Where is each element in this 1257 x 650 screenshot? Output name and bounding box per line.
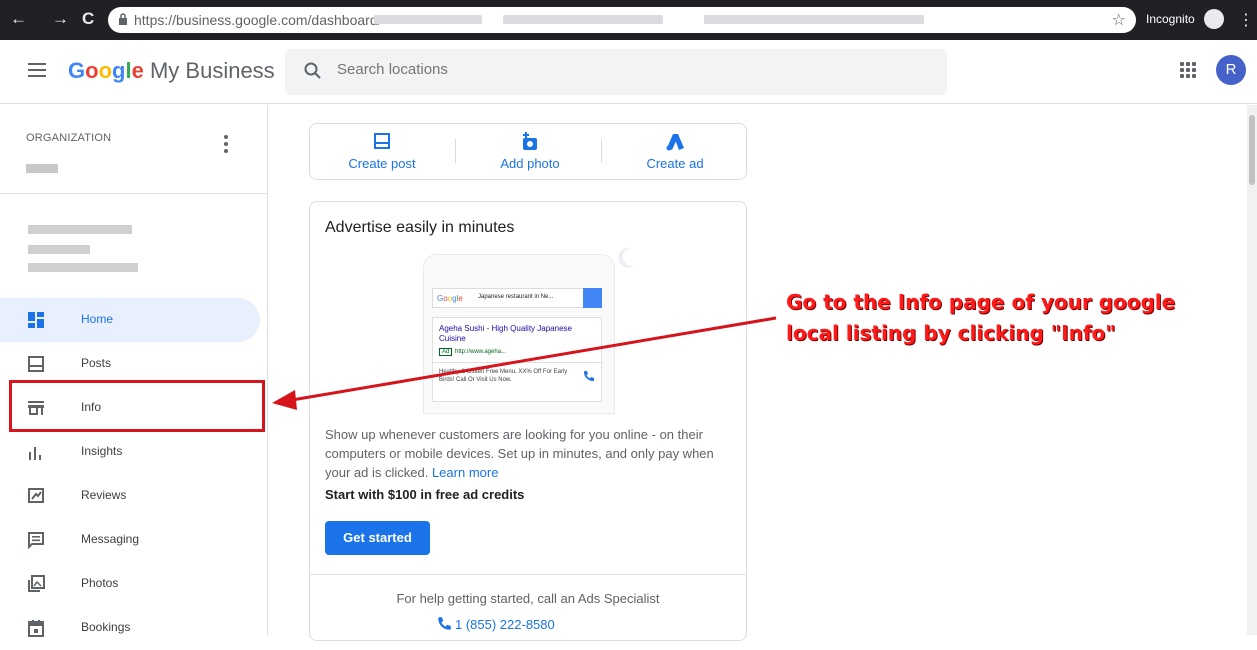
reload-icon[interactable]: C [82,9,94,29]
apps-grid-icon[interactable] [1180,62,1196,78]
redacted-url [374,15,482,24]
ad-preview-phone: Google Japanese restaurant in Ne... Ageh… [423,254,615,414]
message-icon [28,532,44,549]
divider [310,574,746,575]
sidebar-item-label: Bookings [81,620,131,634]
redacted-org-name [26,164,58,173]
sidebar-item-label: Photos [81,576,119,590]
redacted-address [28,263,138,272]
preview-ad-tag: Ad [439,348,453,356]
card-title: Advertise easily in minutes [325,219,515,236]
divider [601,139,602,163]
create-ad-button[interactable]: Create ad [615,132,735,171]
sidebar-item-label: Posts [81,356,112,370]
sidebar-item-home[interactable]: Home [0,298,260,342]
phone-icon [438,617,451,630]
description-text: Show up whenever customers are looking f… [325,427,714,480]
advertise-card: Advertise easily in minutes Google Japan… [309,201,747,641]
preview-search-bar: Google Japanese restaurant in Ne... [432,288,602,308]
app-header: Google My Business R [0,40,1257,104]
preview-ad: Ageha Sushi - High Quality Japanese Cuis… [432,317,603,402]
sidebar-item-messaging[interactable]: Messaging [0,518,260,562]
sidebar-item-label: Home [81,312,114,326]
redacted-url [503,15,663,24]
redacted-address [28,245,90,254]
hamburger-menu-icon[interactable] [28,63,46,77]
forward-icon[interactable]: → [52,9,69,29]
sidebar-item-photos[interactable]: Photos [0,562,260,606]
search-icon [304,62,321,79]
more-vert-icon[interactable] [224,135,228,153]
org-label: ORGANIZATION [26,132,112,144]
card-description: Show up whenever customers are looking f… [325,425,735,482]
divider [0,193,268,194]
action-label: Create ad [646,156,704,171]
google-ads-icon [666,134,684,151]
browser-toolbar: ← → C https://business.google.com/dashbo… [0,0,1257,40]
redacted-url [704,15,924,24]
sidebar: ORGANIZATION Home Posts Info Insights Re… [0,105,268,637]
logo-google: Google [68,58,144,83]
phone-icon [584,371,594,381]
quick-actions: Create post Add photo Create ad [309,123,747,180]
preview-ad-description: Healthy & Gluten Free Menu. XX% Off For … [439,369,568,383]
get-started-button[interactable]: Get started [325,521,430,555]
google-my-business-logo[interactable]: Google My Business [68,58,275,84]
post-icon [374,133,390,149]
sidebar-item-label: Reviews [81,488,127,502]
lock-icon [119,13,127,25]
sidebar-item-reviews[interactable]: Reviews [0,474,260,518]
preview-ad-url: http://www.ageha... [455,349,507,355]
divider [455,139,456,163]
logo-product: My Business [143,58,275,83]
url-text: https://business.google.com/dashboard/ [134,12,382,28]
bookmark-star-icon[interactable]: ☆ [1112,10,1126,30]
search-bar[interactable] [285,49,947,95]
sidebar-item-insights[interactable]: Insights [0,430,260,474]
main-content: Create post Add photo Create ad Advertis… [269,105,1245,641]
info-highlight-box [9,380,265,432]
learn-more-link[interactable]: Learn more [432,465,498,480]
create-post-button[interactable]: Create post [322,132,442,171]
scrollbar-thumb[interactable] [1249,115,1255,185]
sidebar-item-label: Messaging [81,532,140,546]
moon-icon [618,247,634,268]
dashboard-icon [28,312,44,328]
scrollbar[interactable] [1247,105,1257,635]
action-label: Create post [348,156,416,171]
photos-icon [28,575,45,592]
posts-icon [28,356,44,372]
free-credits-text: Start with $100 in free ad credits [325,487,525,502]
instruction-annotation: Go to the Info page of your google local… [786,290,1176,345]
incognito-label: Incognito [1146,12,1195,26]
calendar-icon [28,620,44,637]
sidebar-item-bookings[interactable]: Bookings [0,606,260,650]
action-label: Add photo [500,156,560,171]
phone-number: 1 (855) 222-8580 [455,617,555,632]
avatar[interactable]: R [1216,55,1246,85]
add-photo-button[interactable]: Add photo [470,132,590,171]
bar-chart-icon [29,447,41,460]
preview-search-button [583,288,602,308]
browser-menu-icon[interactable]: ⋮ [1238,10,1254,30]
preview-google-logo: Google [437,294,463,303]
phone-number-link[interactable]: 1 (855) 222-8580 [438,617,555,632]
search-input[interactable] [337,61,897,78]
address-bar[interactable]: https://business.google.com/dashboard/ ☆ [108,7,1136,33]
add-photo-icon [523,132,537,150]
redacted-business-name [28,225,132,234]
back-icon[interactable]: ← [10,9,27,29]
incognito-icon[interactable] [1204,9,1224,29]
preview-query: Japanese restaurant in Ne... [478,294,554,300]
reviews-icon [28,488,44,503]
help-text: For help getting started, call an Ads Sp… [396,591,660,606]
sidebar-item-label: Insights [81,444,123,458]
preview-ad-title: Ageha Sushi - High Quality Japanese Cuis… [439,324,572,343]
